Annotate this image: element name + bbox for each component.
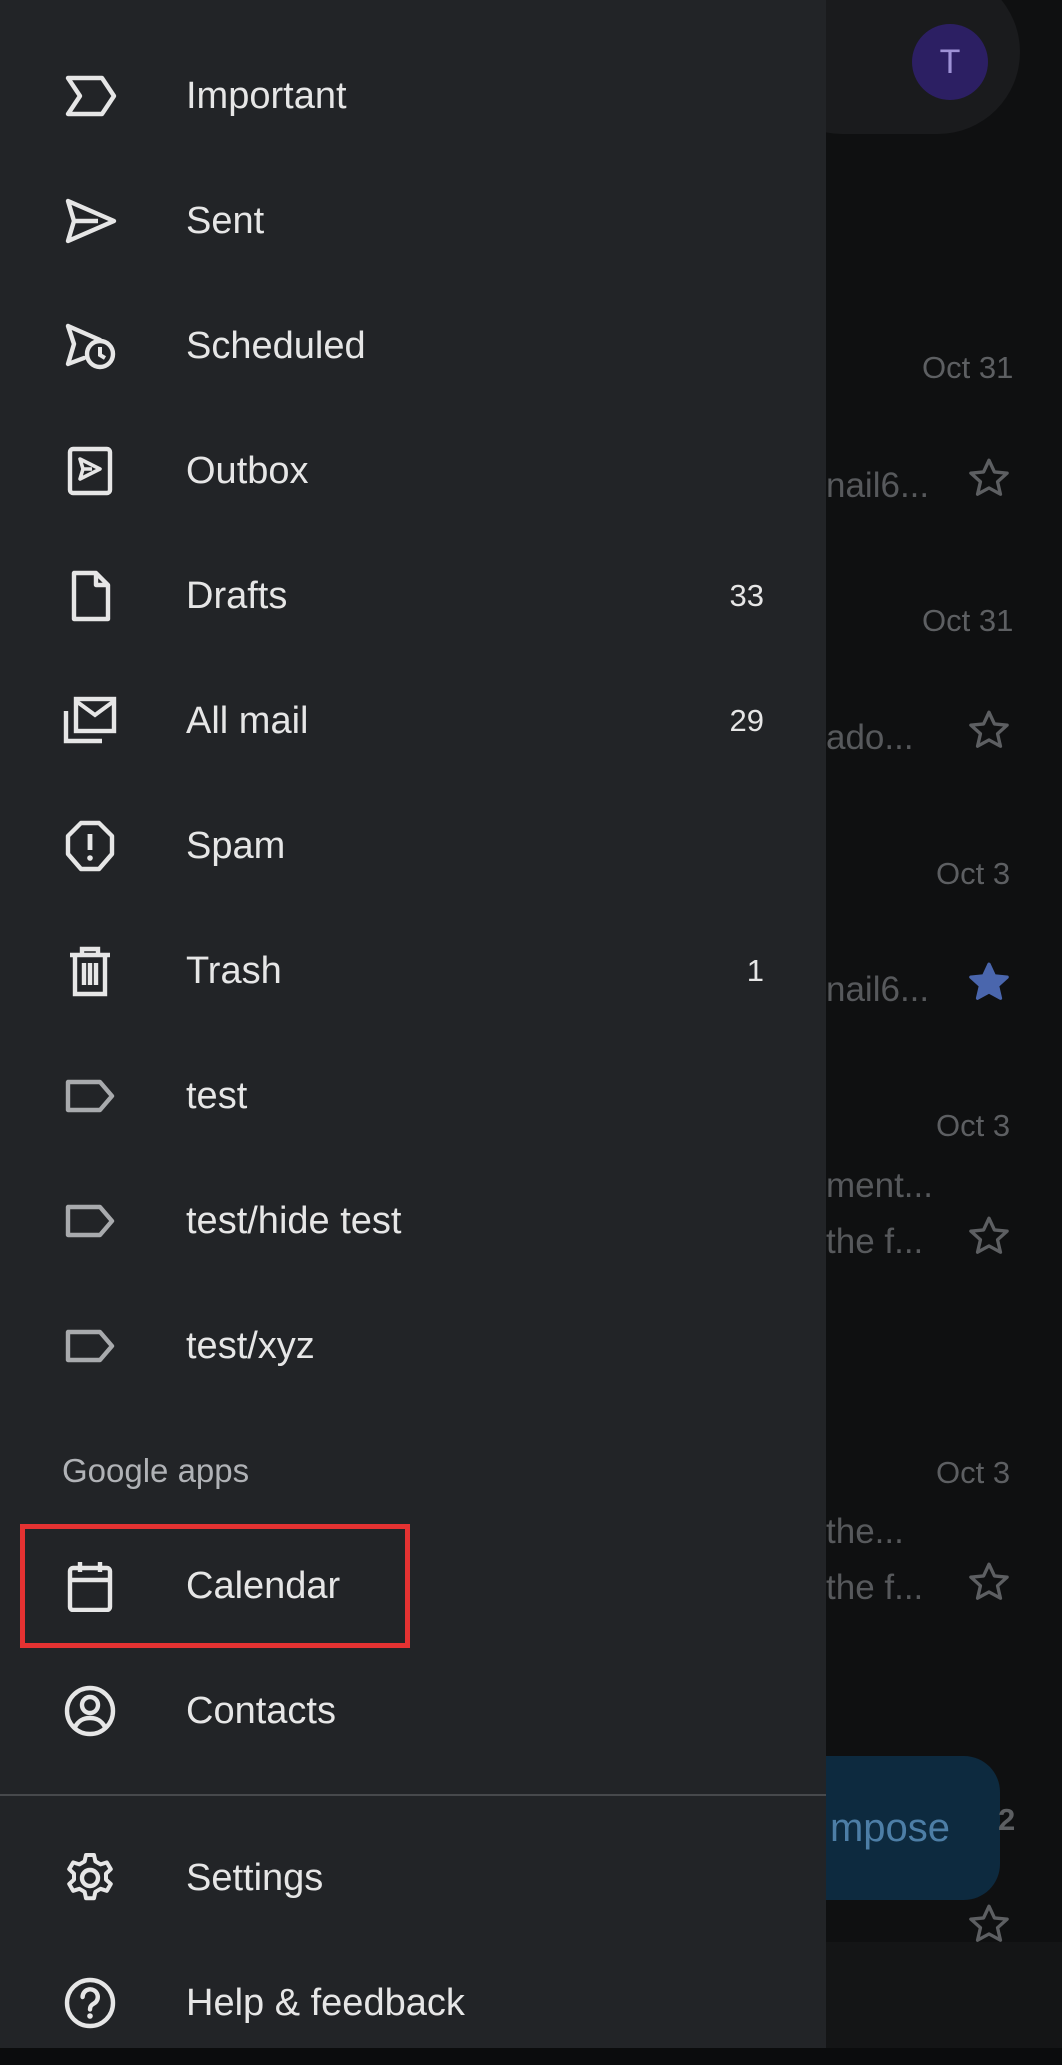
- contacts-icon: [62, 1685, 118, 1737]
- email-date: Oct 3: [936, 1455, 1011, 1490]
- email-snippet: nail6...: [826, 970, 930, 1009]
- drawer-item-label: test/hide test: [186, 1200, 402, 1242]
- drawer-item-label: Help & feedback: [186, 1982, 465, 2024]
- drawer-item-label: Outbox: [186, 450, 309, 492]
- important-icon: [62, 70, 118, 122]
- email-date: Oct 3: [936, 856, 1011, 891]
- drawer-item-label: Settings: [186, 1857, 324, 1899]
- navigation-drawer: Important Sent Scheduled Outbox Drafts 3…: [0, 0, 826, 2048]
- email-date: Oct 31: [922, 350, 1014, 385]
- scheduled-send-icon: [62, 320, 118, 372]
- drawer-item-label: test: [186, 1075, 248, 1117]
- gear-icon: [62, 1852, 118, 1904]
- drawer-item-contacts[interactable]: Contacts: [0, 1649, 826, 1773]
- drawer-item-settings[interactable]: Settings: [0, 1816, 826, 1940]
- bottom-nav-bar: [826, 1942, 1062, 2048]
- drawer-item-label: Trash: [186, 950, 282, 992]
- drawer-item-label: All mail: [186, 700, 309, 742]
- drawer-item-label-hide-test[interactable]: test/hide test: [0, 1159, 826, 1283]
- unread-count: 29: [729, 703, 764, 738]
- send-icon: [62, 195, 118, 247]
- drawer-item-drafts[interactable]: Drafts 33: [0, 534, 826, 658]
- divider: [0, 1794, 826, 1796]
- starred-icon[interactable]: [964, 958, 1014, 1008]
- all-mail-icon: [62, 695, 118, 747]
- drawer-item-spam[interactable]: Spam: [0, 784, 826, 908]
- calendar-highlight-box: [20, 1524, 410, 1648]
- draft-icon: [62, 570, 118, 622]
- drawer-item-trash[interactable]: Trash 1: [0, 909, 826, 1033]
- email-date: Oct 3: [936, 1108, 1011, 1143]
- drawer-item-scheduled[interactable]: Scheduled: [0, 284, 826, 408]
- unread-count: 33: [729, 578, 764, 613]
- help-icon: [62, 1977, 118, 2029]
- drawer-item-label: Spam: [186, 825, 286, 867]
- drawer-item-label: Important: [186, 75, 347, 117]
- spam-icon: [62, 820, 118, 872]
- email-snippet: ado...: [826, 718, 914, 757]
- email-snippet: the f...: [826, 1568, 924, 1607]
- drawer-item-label-test[interactable]: test: [0, 1034, 826, 1158]
- drawer-item-help[interactable]: Help & feedback: [0, 1941, 826, 2065]
- drawer-item-label: Sent: [186, 200, 265, 242]
- star-icon[interactable]: [964, 454, 1014, 504]
- section-header-google-apps: Google apps: [62, 1452, 250, 1489]
- drawer-item-all-mail[interactable]: All mail 29: [0, 659, 826, 783]
- email-snippet: the...: [826, 1512, 904, 1551]
- drawer-item-label: test/xyz: [186, 1325, 315, 1367]
- star-icon[interactable]: [964, 706, 1014, 756]
- label-icon: [62, 1070, 118, 1122]
- drawer-item-label: Scheduled: [186, 325, 366, 367]
- label-icon: [62, 1320, 118, 1372]
- drawer-item-important[interactable]: Important: [0, 34, 826, 158]
- unread-count: 1: [746, 953, 764, 988]
- drawer-item-outbox[interactable]: Outbox: [0, 409, 826, 533]
- drawer-item-label: Drafts: [186, 575, 288, 617]
- email-snippet: ment...: [826, 1166, 933, 1205]
- compose-label: mpose: [829, 1805, 950, 1850]
- outbox-icon: [62, 445, 118, 497]
- drawer-item-label-xyz[interactable]: test/xyz: [0, 1284, 826, 1408]
- drawer-item-label: Contacts: [186, 1690, 336, 1732]
- email-snippet: the f...: [826, 1222, 924, 1261]
- email-date: Oct 31: [922, 603, 1014, 638]
- label-icon: [62, 1195, 118, 1247]
- trash-icon: [62, 945, 118, 997]
- email-date: 2: [998, 1802, 1016, 1837]
- drawer-item-sent[interactable]: Sent: [0, 159, 826, 283]
- avatar[interactable]: T: [912, 24, 988, 100]
- email-snippet: nail6...: [826, 466, 930, 505]
- star-icon[interactable]: [964, 1558, 1014, 1608]
- star-icon[interactable]: [964, 1212, 1014, 1262]
